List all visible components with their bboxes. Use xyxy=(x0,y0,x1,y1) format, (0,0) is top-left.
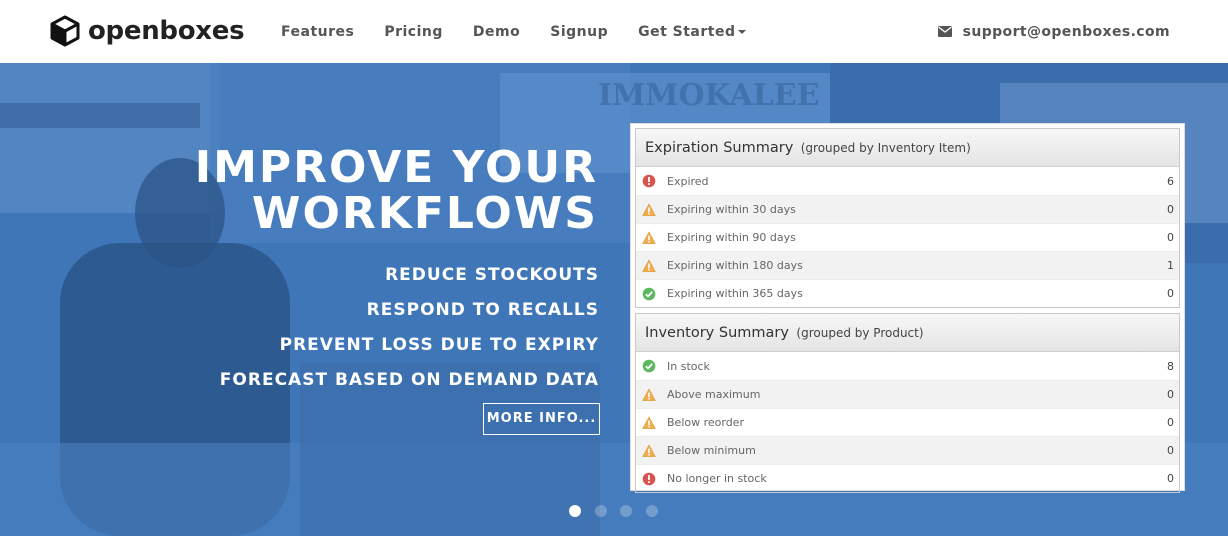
hero-headline: IMPROVE YOUR WORKFLOWS xyxy=(195,145,598,237)
brand-name: openboxes xyxy=(88,16,245,46)
warning-icon xyxy=(642,443,656,457)
warning-icon xyxy=(642,415,656,429)
expiration-summary-panel: Expiration Summary (grouped by Inventory… xyxy=(635,128,1180,308)
summary-row[interactable]: Expiring within 365 days 0 xyxy=(636,279,1179,307)
panel-title: Expiration Summary xyxy=(645,140,794,156)
panel-title: Inventory Summary xyxy=(645,325,789,341)
benefit-item: PREVENT LOSS DUE TO EXPIRY xyxy=(279,335,599,355)
row-label: Expiring within 90 days xyxy=(667,231,796,244)
summary-row[interactable]: No longer in stock 0 xyxy=(636,464,1179,492)
summary-row[interactable]: Below reorder 0 xyxy=(636,408,1179,436)
row-label: Expiring within 180 days xyxy=(667,259,803,272)
error-icon xyxy=(642,472,656,485)
cube-icon xyxy=(50,15,80,47)
row-count: 0 xyxy=(1167,231,1174,244)
carousel-dot[interactable] xyxy=(645,505,658,517)
summary-row[interactable]: Expiring within 180 days 1 xyxy=(636,251,1179,279)
benefit-item: FORECAST BASED ON DEMAND DATA xyxy=(219,370,599,390)
warning-icon xyxy=(642,387,656,401)
row-label: Expired xyxy=(667,174,709,188)
caret-down-icon xyxy=(738,29,747,34)
row-label: Below reorder xyxy=(667,416,744,429)
check-icon xyxy=(642,287,656,300)
row-count: 8 xyxy=(1167,359,1174,373)
check-icon xyxy=(642,359,656,373)
expiration-rows: Expired 6 Expiring within 30 days 0 Expiring… xyxy=(636,167,1179,307)
nav-dropdown-get-started[interactable]: Get Started xyxy=(623,24,761,40)
benefit-item: REDUCE STOCKOUTS xyxy=(385,265,599,285)
row-label: Expiring within 30 days xyxy=(667,203,796,216)
summary-row[interactable]: Expiring within 30 days 0 xyxy=(636,195,1179,223)
row-count: 6 xyxy=(1167,174,1174,188)
nav-link-signup[interactable]: Signup xyxy=(535,24,623,40)
envelope-icon xyxy=(937,26,952,37)
row-label: Above maximum xyxy=(667,388,761,401)
row-label: Below minimum xyxy=(667,444,756,457)
error-icon xyxy=(642,174,656,188)
row-count: 1 xyxy=(1167,259,1174,272)
panel-header: Expiration Summary (grouped by Inventory… xyxy=(636,129,1179,167)
warning-icon xyxy=(642,258,656,272)
summary-row[interactable]: Above maximum 0 xyxy=(636,380,1179,408)
nav-link-demo[interactable]: Demo xyxy=(458,24,535,40)
carousel-dot[interactable] xyxy=(569,505,581,517)
inventory-summary-panel: Inventory Summary (grouped by Product) I… xyxy=(635,313,1180,493)
carousel-indicators xyxy=(569,505,671,517)
dashboard-screenshot-card: Expiration Summary (grouped by Inventory… xyxy=(630,123,1185,493)
headline-line-2: WORKFLOWS xyxy=(251,188,598,239)
hero-benefits-list: REDUCE STOCKOUTS RESPOND TO RECALLS PREV… xyxy=(220,263,599,403)
summary-row[interactable]: Below minimum 0 xyxy=(636,436,1179,464)
more-info-button[interactable]: MORE INFO... xyxy=(483,403,600,435)
support-email-link[interactable]: support@openboxes.com xyxy=(937,0,1170,63)
nav-link-features[interactable]: Features xyxy=(266,24,369,40)
hero-carousel: IMMOKALEE IMPROVE YOUR WORKFLOWS REDUCE … xyxy=(0,63,1228,536)
row-count: 0 xyxy=(1167,444,1174,457)
nav-link-pricing[interactable]: Pricing xyxy=(369,24,458,40)
nav-dropdown-label: Get Started xyxy=(638,23,736,40)
panel-header: Inventory Summary (grouped by Product) xyxy=(636,314,1179,352)
warning-icon xyxy=(642,202,656,216)
row-count: 0 xyxy=(1167,416,1174,429)
top-navbar: openboxes Features Pricing Demo Signup G… xyxy=(0,0,1228,63)
summary-row[interactable]: Expiring within 90 days 0 xyxy=(636,223,1179,251)
carousel-dot[interactable] xyxy=(594,505,607,517)
summary-row[interactable]: In stock 8 xyxy=(636,352,1179,380)
row-label: No longer in stock xyxy=(667,472,767,485)
row-count: 0 xyxy=(1167,203,1174,216)
inventory-rows: In stock 8 Above maximum 0 Below reorder 0 Bel… xyxy=(636,352,1179,492)
support-email: support@openboxes.com xyxy=(962,23,1170,40)
row-count: 0 xyxy=(1167,388,1174,401)
carousel-dot[interactable] xyxy=(620,505,632,517)
panel-subtitle: (grouped by Inventory Item) xyxy=(800,141,971,155)
row-count: 0 xyxy=(1167,287,1174,300)
warning-icon xyxy=(642,230,656,244)
benefit-item: RESPOND TO RECALLS xyxy=(366,300,599,320)
brand-logo[interactable]: openboxes xyxy=(50,14,245,48)
panel-subtitle: (grouped by Product) xyxy=(796,326,924,340)
summary-row[interactable]: Expired 6 xyxy=(636,167,1179,195)
row-count: 0 xyxy=(1167,472,1174,485)
row-label: In stock xyxy=(667,359,710,373)
svg-text:IMMOKALEE: IMMOKALEE xyxy=(598,78,820,113)
row-label: Expiring within 365 days xyxy=(667,287,803,300)
nav-menu: Features Pricing Demo Signup Get Started xyxy=(266,0,761,63)
headline-line-1: IMPROVE YOUR xyxy=(194,142,598,193)
